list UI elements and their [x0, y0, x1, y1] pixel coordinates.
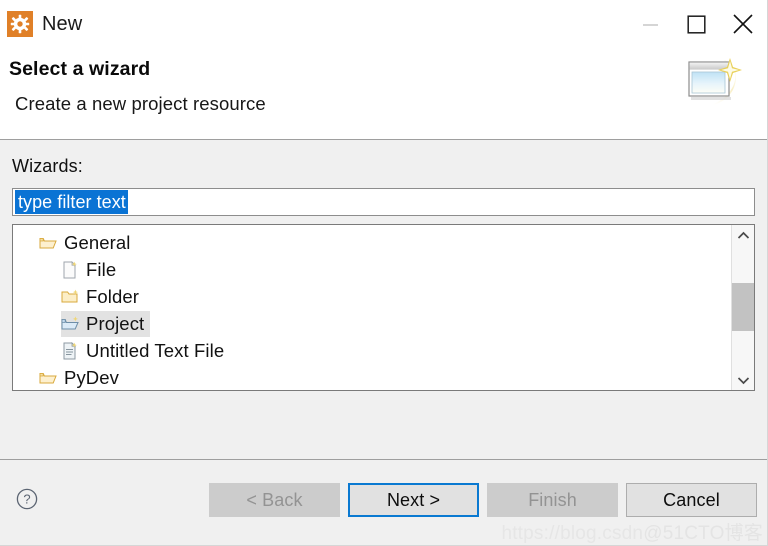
new-text-file-icon — [61, 341, 79, 360]
watermark: https://blog.csdn@51CTO博客 — [501, 518, 763, 545]
scrollbar-thumb[interactable] — [732, 283, 754, 331]
tree-item-untitled-text-file[interactable]: Untitled Text File — [13, 337, 731, 364]
gear-icon — [7, 11, 33, 37]
wizard-tree[interactable]: General File Folder Project Untitled Tex… — [12, 224, 755, 391]
finish-button[interactable]: Finish — [487, 483, 618, 517]
new-file-icon — [61, 260, 79, 279]
filter-input-value: type filter text — [15, 190, 128, 214]
page-subtitle: Create a new project resource — [15, 93, 266, 114]
tree-item-label: Folder — [86, 285, 140, 307]
tree-item-general[interactable]: General — [13, 229, 731, 256]
scrollbar-track[interactable] — [732, 245, 754, 370]
tree-vertical-scrollbar[interactable] — [731, 225, 754, 390]
dialog-footer: ? < Back Next > Finish Cancel https://bl… — [0, 459, 767, 545]
back-button[interactable]: < Back — [209, 483, 340, 517]
cancel-button[interactable]: Cancel — [626, 483, 757, 517]
dialog-buttons: < Back Next > Finish Cancel — [209, 483, 757, 517]
chevron-down-icon[interactable] — [732, 370, 754, 390]
tree-item-label: File — [86, 258, 117, 280]
minimize-icon[interactable] — [627, 0, 673, 48]
tree-item-folder[interactable]: Folder — [13, 283, 731, 310]
wizard-tree-list: General File Folder Project Untitled Tex… — [13, 225, 731, 390]
tree-item-label: Untitled Text File — [86, 339, 225, 361]
watermark-url: https://blog.csdn — [501, 523, 644, 544]
close-icon[interactable] — [719, 0, 767, 48]
svg-text:?: ? — [23, 492, 30, 507]
tree-item-label: PyDev — [64, 366, 119, 388]
open-folder-icon — [39, 369, 57, 387]
new-wizard-window-sparkle-icon — [675, 50, 753, 128]
tree-item-label: Project — [86, 312, 145, 334]
open-folder-icon — [39, 234, 57, 252]
new-folder-icon — [61, 288, 79, 306]
tree-item-pydev[interactable]: PyDev — [13, 364, 731, 390]
dialog-body: Wizards: type filter text General File F… — [0, 140, 767, 459]
new-wizard-dialog: New Select a wizard Create a new project… — [0, 0, 768, 546]
tree-item-project[interactable]: Project — [13, 310, 731, 337]
titlebar: New — [0, 0, 767, 48]
window-controls — [627, 0, 767, 48]
next-button[interactable]: Next > — [348, 483, 479, 517]
help-question-icon[interactable]: ? — [14, 486, 40, 512]
watermark-handle: @51CTO博客 — [643, 523, 763, 544]
wizards-label: Wizards: — [12, 156, 83, 176]
tree-item-file[interactable]: File — [13, 256, 731, 283]
wizard-filter-input[interactable]: type filter text — [12, 188, 755, 216]
page-title: Select a wizard — [9, 58, 151, 80]
tree-item-label: General — [64, 231, 131, 253]
maximize-icon[interactable] — [673, 0, 719, 48]
wizard-header: Select a wizard Create a new project res… — [0, 48, 767, 140]
new-project-icon — [61, 315, 79, 333]
window-title: New — [42, 13, 83, 35]
titlebar-left: New — [0, 11, 82, 37]
chevron-up-icon[interactable] — [732, 225, 754, 245]
